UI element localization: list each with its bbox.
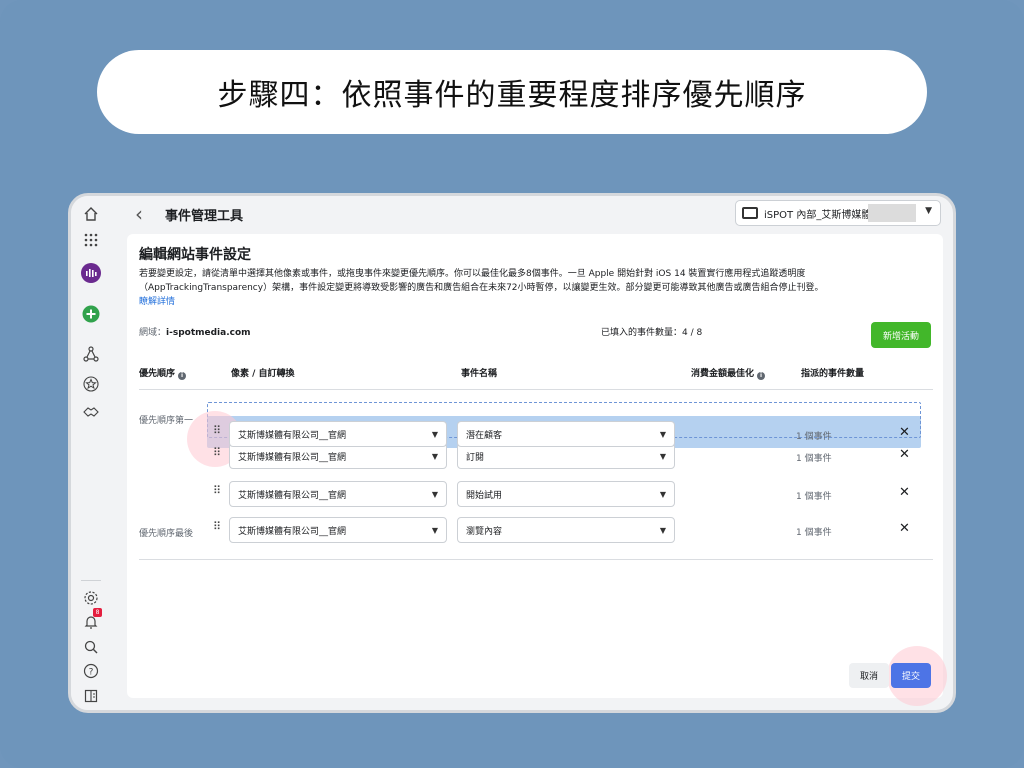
cancel-button[interactable]: 取消 bbox=[849, 663, 889, 688]
event-select[interactable]: 潛在顧客 ▼ bbox=[457, 421, 675, 447]
header-assigned-count: 指派的事件數量 bbox=[801, 369, 865, 379]
back-button[interactable]: ‹ bbox=[135, 202, 143, 226]
table-bottom-divider bbox=[139, 559, 933, 560]
event-select-value: 潛在顧客 bbox=[466, 430, 503, 441]
caret-down-icon: ▼ bbox=[659, 430, 666, 439]
device-screen: 8 ? ‹ 事件管理工具 iSPOT 內部_艾斯博媒體 ▼ 編輯網站事件設定 若… bbox=[68, 193, 956, 713]
assigned-count: 1 個事件 bbox=[796, 528, 832, 538]
home-icon[interactable] bbox=[81, 204, 101, 224]
domain-label: 網域： bbox=[139, 328, 167, 338]
event-count: 已填入的事件數量：4 / 8 bbox=[601, 328, 703, 338]
step-title: 步驟四：依照事件的重要程度排序優先順序 bbox=[217, 78, 807, 113]
left-nav-bar: 8 ? bbox=[71, 196, 111, 710]
caret-down-icon: ▼ bbox=[659, 526, 666, 535]
notifications-icon[interactable]: 8 bbox=[81, 608, 102, 632]
sidebar-divider bbox=[81, 580, 101, 581]
info-icon[interactable]: i bbox=[757, 372, 766, 380]
account-name: iSPOT 內部_艾斯博媒體 bbox=[764, 209, 872, 221]
domain-info: 網域：i-spotmedia.com bbox=[139, 325, 251, 338]
learn-more-link[interactable]: 瞭解詳情 bbox=[139, 294, 175, 307]
star-icon[interactable] bbox=[81, 374, 101, 394]
event-select[interactable]: 開始試用 ▼ bbox=[457, 481, 675, 507]
assigned-count: 1 個事件 bbox=[796, 432, 832, 442]
caret-down-icon: ▼ bbox=[431, 526, 438, 535]
header-event-name: 事件名稱 bbox=[461, 369, 498, 379]
apps-grid-icon[interactable] bbox=[81, 230, 101, 250]
pixel-select[interactable]: 艾斯博媒體有限公司__官網 ▼ bbox=[229, 421, 447, 447]
header-value-opt-label: 消費金額最佳化 bbox=[691, 369, 755, 379]
info-icon[interactable]: i bbox=[178, 372, 187, 380]
event-select-value: 訂閱 bbox=[466, 452, 485, 463]
reports-icon[interactable] bbox=[81, 686, 101, 706]
add-event-button[interactable]: 新增活動 bbox=[871, 322, 931, 348]
pixel-select-value: 艾斯博媒體有限公司__官網 bbox=[238, 452, 347, 463]
event-select-value: 瀏覽內容 bbox=[466, 526, 503, 537]
page-title: 事件管理工具 bbox=[165, 209, 244, 224]
caret-down-icon: ▼ bbox=[431, 490, 438, 499]
drag-handle-icon[interactable]: ⠿ bbox=[213, 485, 221, 496]
step-title-banner: 步驟四：依照事件的重要程度排序優先順序 bbox=[97, 50, 927, 134]
drag-handle-icon[interactable]: ⠿ bbox=[213, 521, 221, 532]
panel-description: 若要變更設定，請從清單中選擇其他像素或事件，或拖曳事件來變更優先順序。你可以最佳… bbox=[139, 269, 824, 293]
handshake-icon[interactable] bbox=[81, 402, 101, 422]
submit-button[interactable]: 提交 bbox=[891, 663, 931, 688]
table-row-dragging[interactable]: ⠿ 艾斯博媒體有限公司__官網 ▼ 潛在顧客 ▼ 1 個事件 ✕ bbox=[207, 421, 933, 447]
event-select-value: 開始試用 bbox=[466, 490, 503, 501]
priority-last-label: 優先順序最後 bbox=[139, 529, 194, 539]
header-pixel: 像素 / 自訂轉換 bbox=[231, 369, 295, 379]
table-row[interactable]: ⠿ 艾斯博媒體有限公司__官網 ▼ 瀏覽內容 ▼ 1 個事件 ✕ bbox=[207, 517, 933, 543]
panel-title: 編輯網站事件設定 bbox=[139, 247, 251, 263]
table-row[interactable]: ⠿ 艾斯博媒體有限公司__官網 ▼ 開始試用 ▼ 1 個事件 ✕ bbox=[207, 481, 933, 507]
pixel-select[interactable]: 艾斯博媒體有限公司__官網 ▼ bbox=[229, 517, 447, 543]
network-icon[interactable] bbox=[81, 344, 101, 364]
top-bar: ‹ 事件管理工具 iSPOT 內部_艾斯博媒體 ▼ bbox=[111, 196, 953, 232]
add-icon[interactable] bbox=[81, 304, 101, 324]
close-icon[interactable]: ✕ bbox=[899, 425, 910, 440]
pixel-select-value: 艾斯博媒體有限公司__官網 bbox=[238, 430, 347, 441]
close-icon[interactable]: ✕ bbox=[899, 521, 910, 536]
settings-icon[interactable] bbox=[81, 588, 101, 608]
caret-down-icon: ▼ bbox=[431, 430, 438, 439]
caret-down-icon: ▼ bbox=[659, 490, 666, 499]
event-select[interactable]: 瀏覽內容 ▼ bbox=[457, 517, 675, 543]
svg-text:?: ? bbox=[89, 668, 94, 678]
priority-first-label: 優先順序第一 bbox=[139, 416, 194, 426]
caret-down-icon: ▼ bbox=[431, 452, 438, 461]
notification-badge: 8 bbox=[93, 608, 102, 617]
domain-value: i-spotmedia.com bbox=[166, 328, 251, 338]
header-priority: 優先順序 i bbox=[139, 366, 187, 380]
close-icon[interactable]: ✕ bbox=[899, 485, 910, 500]
business-account-icon bbox=[742, 207, 758, 219]
header-priority-label: 優先順序 bbox=[139, 369, 176, 379]
assigned-count: 1 個事件 bbox=[796, 454, 832, 464]
assigned-count: 1 個事件 bbox=[796, 492, 832, 502]
caret-down-icon: ▼ bbox=[659, 452, 666, 461]
drag-handle-icon[interactable]: ⠿ bbox=[213, 447, 221, 458]
pixel-select-value: 艾斯博媒體有限公司__官網 bbox=[238, 526, 347, 537]
pixel-select-value: 艾斯博媒體有限公司__官網 bbox=[238, 490, 347, 501]
header-divider bbox=[139, 389, 933, 390]
account-redacted bbox=[868, 204, 916, 222]
caret-down-icon: ▼ bbox=[925, 206, 932, 216]
help-icon[interactable]: ? bbox=[81, 661, 101, 681]
edit-events-panel: 編輯網站事件設定 若要變更設定，請從清單中選擇其他像素或事件，或拖曳事件來變更優… bbox=[127, 234, 947, 706]
brand-logo-icon[interactable] bbox=[81, 263, 101, 283]
search-icon[interactable] bbox=[81, 637, 101, 657]
account-selector[interactable]: iSPOT 內部_艾斯博媒體 ▼ bbox=[735, 200, 941, 226]
header-value-optimization: 消費金額最佳化 i bbox=[691, 366, 766, 380]
pixel-select[interactable]: 艾斯博媒體有限公司__官網 ▼ bbox=[229, 481, 447, 507]
drag-handle-icon[interactable]: ⠿ bbox=[213, 425, 221, 436]
close-icon[interactable]: ✕ bbox=[899, 447, 910, 462]
